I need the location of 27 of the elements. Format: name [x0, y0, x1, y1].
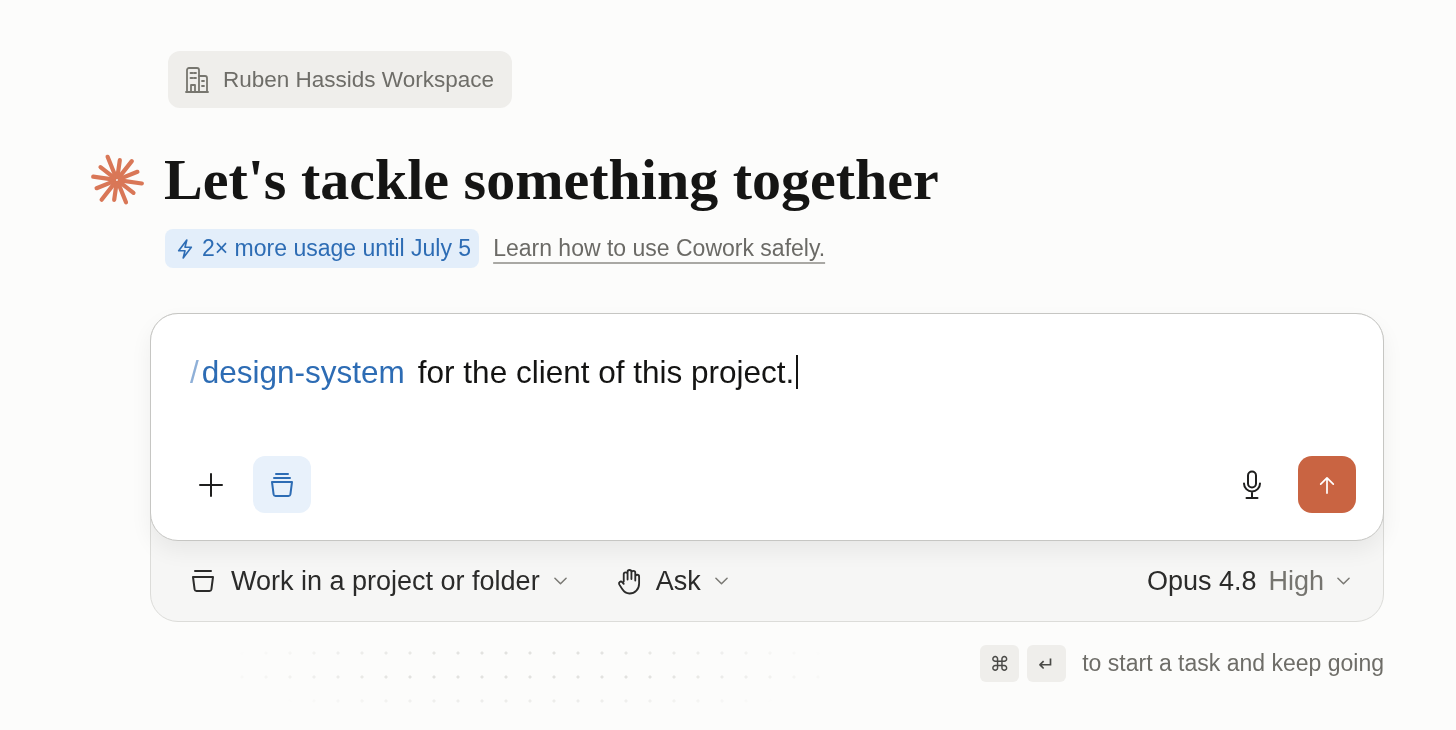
tray-stack-icon [268, 471, 296, 498]
chevron-down-icon [714, 577, 728, 585]
arrow-up-icon [1318, 474, 1336, 495]
chevron-down-icon [1337, 577, 1350, 585]
plus-icon [199, 472, 223, 497]
project-button[interactable] [253, 456, 311, 513]
shortcut-hint: to start a task and keep going [1082, 650, 1384, 677]
chevron-down-icon [553, 577, 567, 585]
usage-text: 2× more usage until July 5 [202, 235, 472, 262]
mode-dropdown[interactable]: Ask [616, 565, 728, 597]
prompt-input[interactable]: /design-system for the client of this project. [190, 353, 1356, 391]
send-button[interactable] [1298, 456, 1356, 513]
building-icon [185, 66, 209, 93]
lightning-bolt-icon [176, 237, 194, 260]
key-cap: ↵ [1027, 645, 1067, 682]
hand-icon [616, 567, 642, 595]
key-cap: ⌘ [980, 645, 1020, 682]
folder-dropdown[interactable]: Work in a project or folder [189, 565, 567, 597]
tray-icon [189, 569, 217, 593]
slash-command: /design-system [190, 353, 405, 391]
model-dropdown[interactable]: Opus 4.8 High [1146, 565, 1350, 597]
prompt-text: for the client of this project. [417, 353, 795, 391]
safety-link[interactable]: Learn how to use Cowork safely. [493, 235, 826, 262]
workspace-button[interactable]: Ruben Hassids Workspace [168, 51, 512, 108]
microphone-icon [1240, 469, 1264, 500]
page-heading: Let's tackle something together [164, 149, 939, 211]
sparkle-icon [90, 153, 144, 207]
